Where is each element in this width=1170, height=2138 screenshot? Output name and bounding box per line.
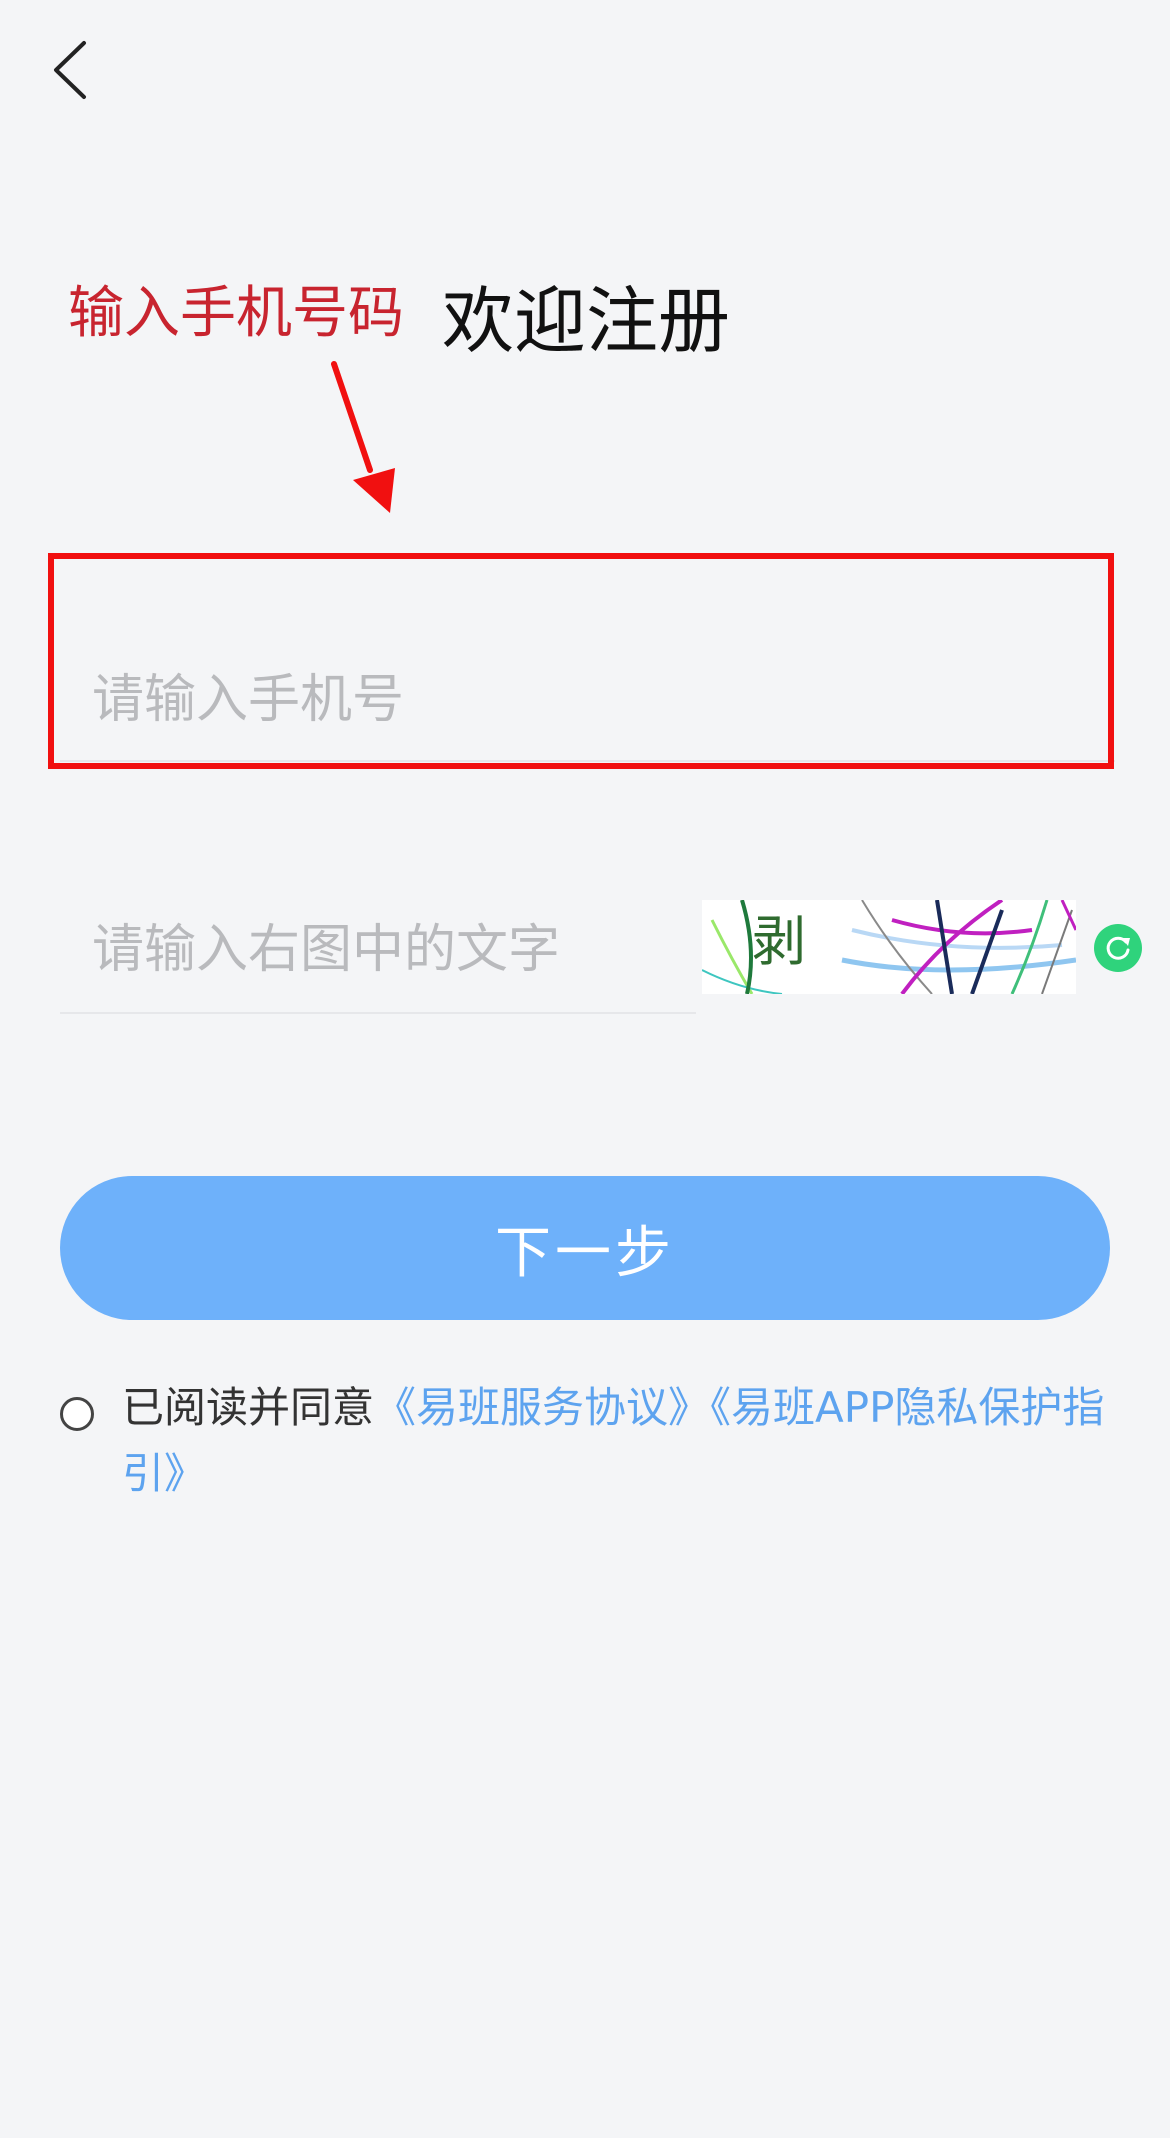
agreement-text: 已阅读并同意《易班服务协议》《易班APP隐私保护指引》 <box>122 1375 1132 1507</box>
captcha-refresh-button[interactable] <box>1094 924 1142 972</box>
phone-input[interactable] <box>60 650 1124 750</box>
annotation-arrow <box>331 361 395 513</box>
captcha-field-row <box>60 880 724 1014</box>
next-step-button[interactable]: 下一步 <box>60 1176 1110 1320</box>
register-page: 输入手机号码 欢迎注册 剥 <box>0 0 1170 2138</box>
captcha-image[interactable]: 剥 <box>702 900 1076 994</box>
captcha-input[interactable] <box>60 900 724 1000</box>
captcha-image-text: 剥 <box>752 910 806 973</box>
agreement-prefix: 已阅读并同意 <box>122 1383 375 1432</box>
phone-field-row <box>60 620 1124 762</box>
service-agreement-link[interactable]: 《易班服务协议》 <box>374 1383 710 1432</box>
agree-checkbox[interactable] <box>60 1397 94 1431</box>
refresh-icon <box>1106 936 1130 960</box>
